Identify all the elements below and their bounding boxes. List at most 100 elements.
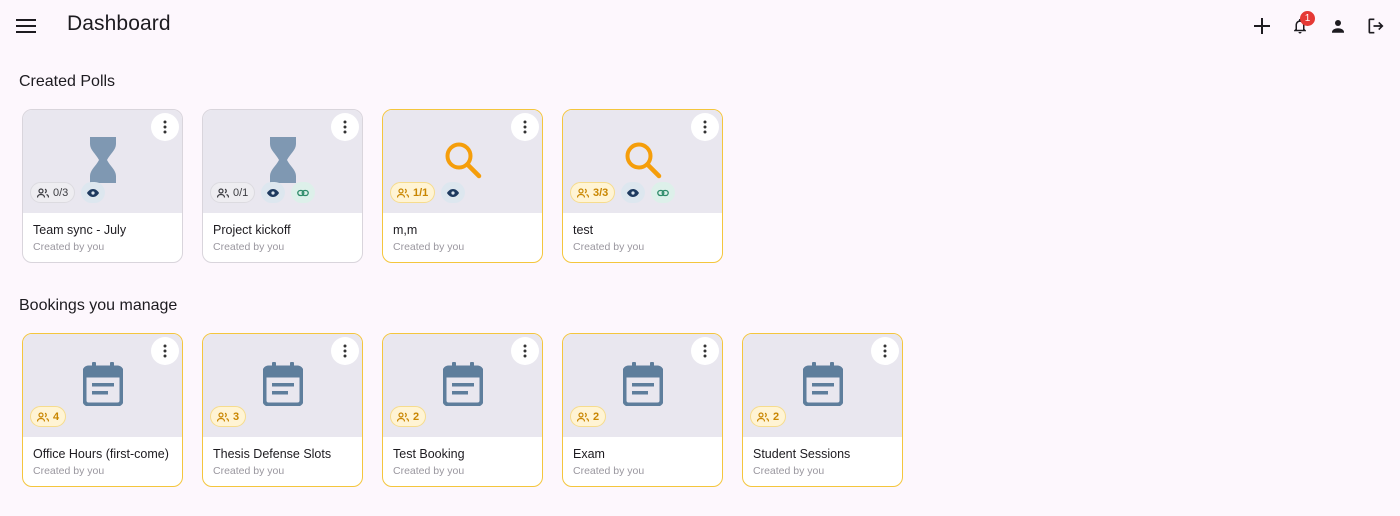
participants-chip: 0/3 [30,182,76,203]
card-menu-button[interactable] [691,113,719,141]
group-icon [37,411,49,422]
visibility-chip [261,182,286,203]
page-title: Dashboard [67,12,171,35]
card-title: m,m [393,223,418,237]
poll-card[interactable]: 0/1 Project kickoff Created by you [202,109,363,263]
calendar-icon [800,360,846,408]
created-polls-heading: Created Polls [19,73,116,90]
link-chip [651,182,676,203]
poll-card[interactable]: 3/3 test Created by you [562,109,723,263]
participants-chip: 3 [210,406,247,427]
card-title: Project kickoff [213,223,291,237]
card-menu-button[interactable] [511,113,539,141]
eye-icon [627,188,640,197]
bookings-grid: 4 Office Hours (first-come) Created by y… [22,333,903,487]
participants-chip: 4 [30,406,67,427]
card-menu-button[interactable] [331,337,359,365]
bookings-heading: Bookings you manage [19,297,178,314]
card-title: Thesis Defense Slots [213,447,332,461]
more-vert-icon [703,344,707,358]
group-icon [577,187,589,198]
more-vert-icon [163,120,167,134]
card-menu-button[interactable] [331,113,359,141]
visibility-chip [441,182,466,203]
card-title: Office Hours (first-come) [33,447,169,461]
group-icon [397,411,409,422]
card-subtitle: Created by you [33,241,105,253]
link-icon [657,189,670,196]
group-icon [37,187,49,198]
card-menu-button[interactable] [511,337,539,365]
more-vert-icon [163,344,167,358]
eye-icon [447,188,460,197]
participants-chip: 2 [750,406,787,427]
card-title: Exam [573,447,605,461]
link-chip [291,182,316,203]
card-title: Test Booking [393,447,465,461]
hourglass-icon [80,136,126,184]
card-subtitle: Created by you [753,465,825,477]
booking-card[interactable]: 3 Thesis Defense Slots Created by you [202,333,363,487]
participants-chip: 3/3 [570,182,616,203]
card-menu-button[interactable] [871,337,899,365]
search-icon [440,136,486,184]
logout-button[interactable] [1362,12,1390,40]
logout-icon [1368,18,1384,34]
card-subtitle: Created by you [393,241,465,253]
group-icon [217,187,229,198]
card-title: Team sync - July [33,223,127,237]
add-button[interactable] [1248,12,1276,40]
card-menu-button[interactable] [151,113,179,141]
link-icon [297,189,310,196]
card-menu-button[interactable] [151,337,179,365]
person-icon [1332,20,1344,33]
calendar-icon [260,360,306,408]
app-bar: Dashboard 1 [0,0,1400,52]
notification-badge: 1 [1300,11,1315,26]
eye-icon [267,188,280,197]
more-vert-icon [523,120,527,134]
poll-card[interactable]: 1/1 m,m Created by you [382,109,543,263]
poll-card[interactable]: 0/3 Team sync - July Created by you [22,109,183,263]
card-title: Student Sessions [753,447,851,461]
card-subtitle: Created by you [573,465,645,477]
card-subtitle: Created by you [213,241,285,253]
calendar-icon [440,360,486,408]
visibility-chip [81,182,106,203]
group-icon [397,187,409,198]
group-icon [757,411,769,422]
hourglass-icon [260,136,306,184]
card-subtitle: Created by you [393,465,465,477]
polls-grid: 0/3 Team sync - July Created by you 0/1 … [22,109,723,263]
group-icon [577,411,589,422]
search-icon [620,136,666,184]
card-subtitle: Created by you [573,241,645,253]
calendar-icon [620,360,666,408]
participants-chip: 2 [570,406,607,427]
booking-card[interactable]: 2 Student Sessions Created by you [742,333,903,487]
menu-icon [16,19,36,33]
account-button[interactable] [1324,12,1352,40]
participants-chip: 1/1 [390,182,436,203]
more-vert-icon [343,344,347,358]
card-subtitle: Created by you [33,465,105,477]
group-icon [217,411,229,422]
menu-button[interactable] [12,12,40,40]
more-vert-icon [703,120,707,134]
visibility-chip [621,182,646,203]
card-title: test [573,223,594,237]
booking-card[interactable]: 4 Office Hours (first-come) Created by y… [22,333,183,487]
calendar-icon [80,360,126,408]
card-subtitle: Created by you [213,465,285,477]
more-vert-icon [343,120,347,134]
more-vert-icon [523,344,527,358]
card-menu-button[interactable] [691,337,719,365]
more-vert-icon [883,344,887,358]
booking-card[interactable]: 2 Test Booking Created by you [382,333,543,487]
plus-icon [1254,18,1270,34]
participants-chip: 2 [390,406,427,427]
booking-card[interactable]: 2 Exam Created by you [562,333,723,487]
eye-icon [87,188,100,197]
notifications-button[interactable]: 1 [1286,11,1315,40]
participants-chip: 0/1 [210,182,256,203]
